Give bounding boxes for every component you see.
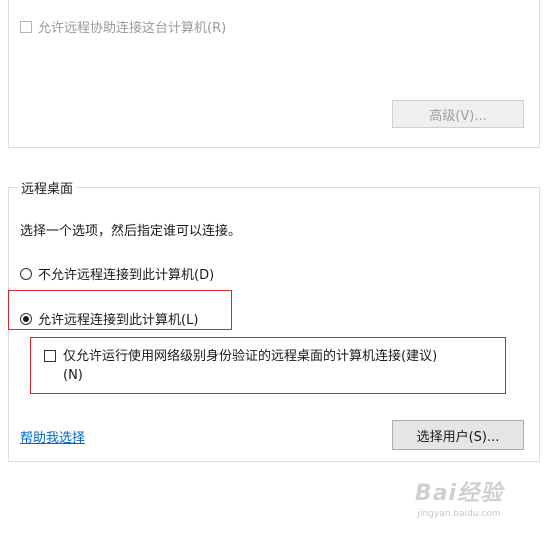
remote-desktop-group-title: 远程桌面 bbox=[18, 178, 77, 197]
system-properties-remote-tab: 允许远程协助连接这台计算机(R) 高级(V)... 远程桌面 选择一个选项，然后… bbox=[0, 0, 547, 541]
remote-desktop-instruction: 选择一个选项，然后指定谁可以连接。 bbox=[20, 224, 242, 239]
allow-remote-assistance-checkbox[interactable] bbox=[20, 20, 32, 33]
allow-remote-connections-label: 允许远程连接到此计算机(L) bbox=[38, 313, 199, 328]
allow-remote-connections-radio[interactable] bbox=[20, 312, 32, 325]
nla-label-line2: (N) bbox=[63, 368, 83, 383]
deny-remote-connections-label: 不允许远程连接到此计算机(D) bbox=[38, 268, 215, 283]
deny-remote-connections-radio[interactable] bbox=[20, 267, 32, 280]
select-users-button[interactable]: 选择用户(S)... bbox=[392, 420, 524, 450]
nla-label: 仅允许运行使用网络级别身份验证的远程桌面的计算机连接(建议) (N) bbox=[63, 347, 437, 385]
deny-remote-connections-option[interactable]: 不允许远程连接到此计算机(D) bbox=[20, 264, 214, 283]
allow-remote-assistance-row[interactable]: 允许远程协助连接这台计算机(R) bbox=[20, 17, 226, 36]
nla-checkbox[interactable] bbox=[44, 350, 56, 362]
help-me-choose-link[interactable]: 帮助我选择 bbox=[20, 427, 85, 446]
advanced-button[interactable]: 高级(V)... bbox=[392, 100, 524, 128]
allow-remote-assistance-label: 允许远程协助连接这台计算机(R) bbox=[38, 21, 227, 36]
allow-remote-connections-option[interactable]: 允许远程连接到此计算机(L) bbox=[20, 309, 198, 328]
watermark-logo-text: Bai经验 bbox=[414, 481, 504, 506]
nla-option-row[interactable]: 仅允许运行使用网络级别身份验证的远程桌面的计算机连接(建议) (N) bbox=[44, 347, 437, 385]
watermark-url: jingyan.baidu.com bbox=[417, 509, 501, 519]
nla-label-line1: 仅允许运行使用网络级别身份验证的远程桌面的计算机连接(建议) bbox=[63, 349, 438, 364]
baidu-watermark: Bai经验 jingyan.baidu.com bbox=[399, 475, 519, 527]
